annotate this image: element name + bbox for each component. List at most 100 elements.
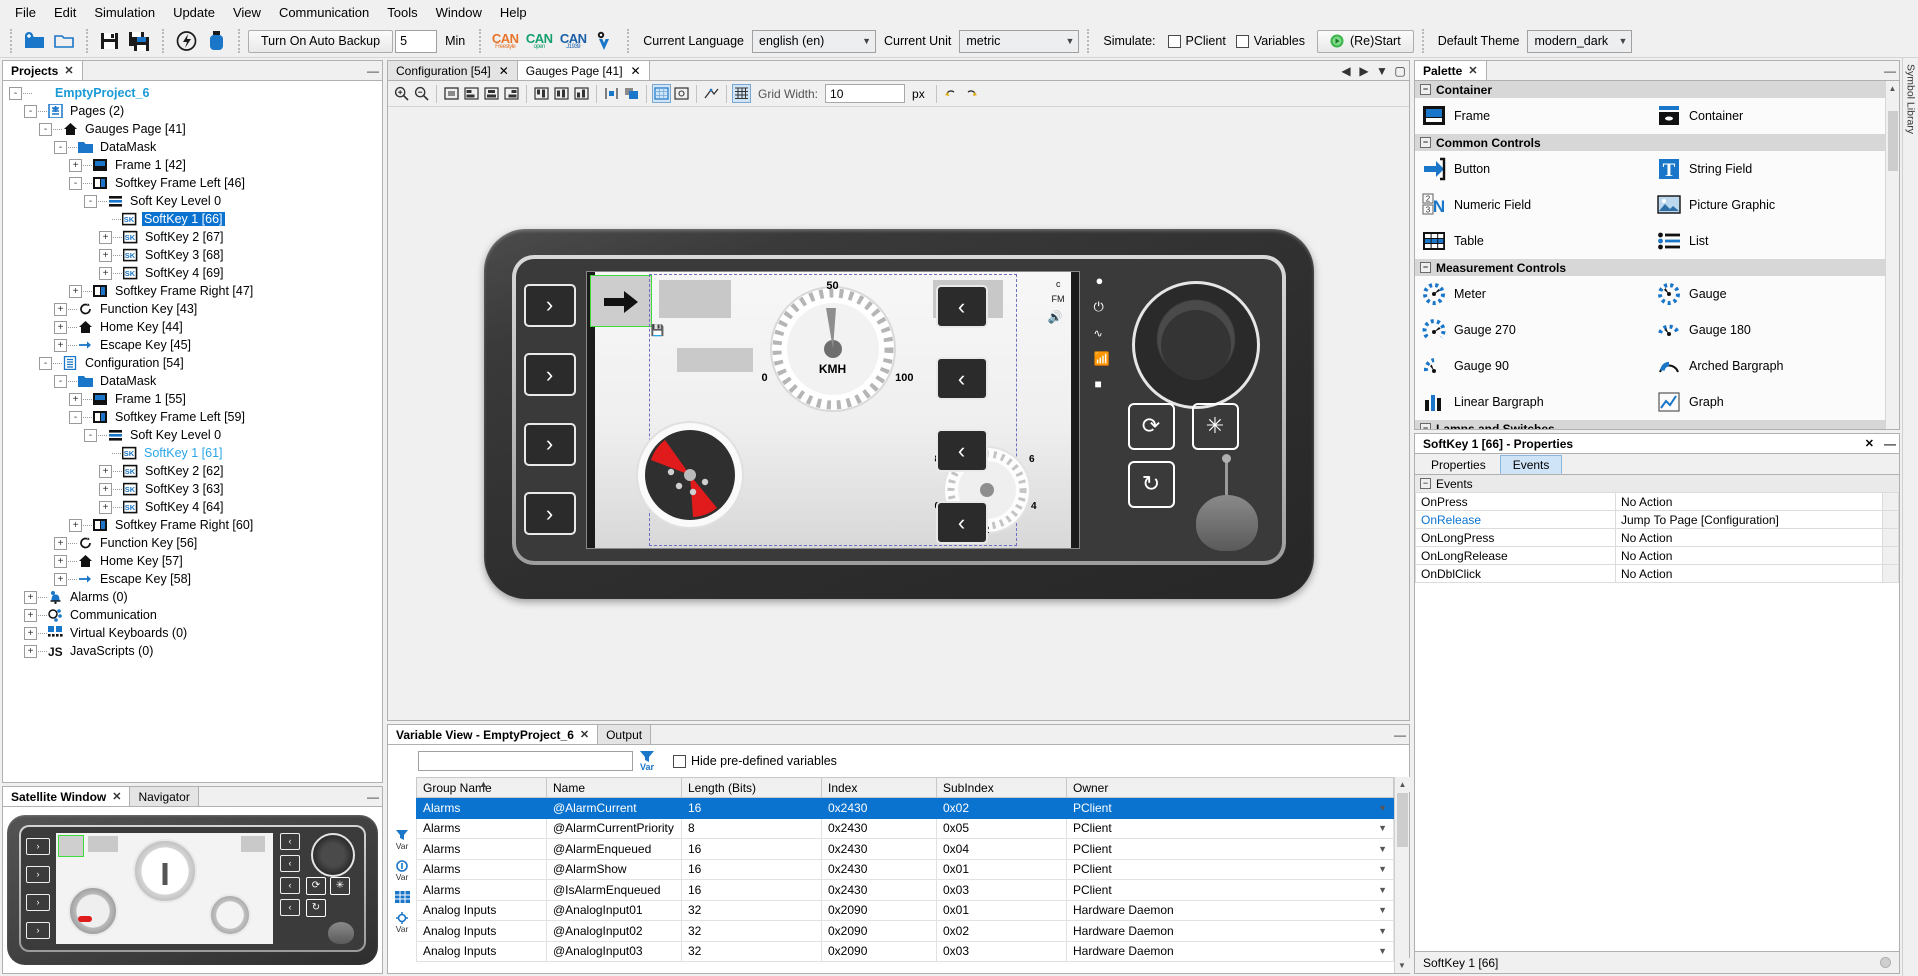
tree-item-communication[interactable]: +Communication bbox=[3, 606, 382, 624]
rotate-button[interactable]: ↻ bbox=[1128, 461, 1175, 508]
chevron-down-icon-owner[interactable]: ▼ bbox=[1378, 946, 1387, 956]
tree-expander[interactable]: + bbox=[24, 627, 37, 640]
new-project-icon[interactable] bbox=[20, 28, 48, 54]
tree-item-alarms-0[interactable]: +Alarms (0) bbox=[3, 588, 382, 606]
tree-item-datamask[interactable]: -DataMask bbox=[3, 372, 382, 390]
palette-item-graph[interactable]: Graph bbox=[1650, 384, 1885, 420]
tree-item-home-key-44[interactable]: +Home Key [44] bbox=[3, 318, 382, 336]
event-action-picker[interactable] bbox=[1883, 493, 1899, 511]
cell-owner[interactable]: PClient▼ bbox=[1067, 818, 1394, 839]
tree-item-softkey-1-66[interactable]: SKSoftKey 1 [66] bbox=[3, 210, 382, 228]
menu-item-view[interactable]: View bbox=[224, 2, 270, 23]
var-filter-icon[interactable]: Var bbox=[639, 750, 655, 772]
design-canvas[interactable]: › › › › bbox=[388, 107, 1409, 720]
column-header-length-bits[interactable]: Length (Bits) bbox=[682, 778, 822, 798]
column-header-owner[interactable]: Owner bbox=[1067, 778, 1394, 798]
tree-expander[interactable]: + bbox=[69, 519, 82, 532]
table-row[interactable]: Analog Inputs@AnalogInput02320x20900x02H… bbox=[417, 921, 1394, 942]
restart-button[interactable]: (Re)Start bbox=[1317, 30, 1414, 53]
rail-var-2[interactable]: Var bbox=[395, 860, 409, 882]
palette-item-table[interactable]: Table bbox=[1415, 223, 1650, 259]
zoom-out-icon[interactable] bbox=[412, 84, 431, 103]
event-action-picker[interactable] bbox=[1883, 511, 1899, 529]
softkey-left-2[interactable]: › bbox=[524, 353, 576, 396]
column-header-name[interactable]: Name bbox=[547, 778, 682, 798]
tree-expander[interactable]: + bbox=[69, 393, 82, 406]
tree-expander[interactable]: + bbox=[24, 609, 37, 622]
table-row[interactable]: Alarms@IsAlarmEnqueued160x24300x03PClien… bbox=[417, 880, 1394, 901]
grid-toggle-icon[interactable] bbox=[732, 84, 751, 103]
tree-item-soft-key-level-0[interactable]: -Soft Key Level 0 bbox=[3, 192, 382, 210]
menu-item-window[interactable]: Window bbox=[427, 2, 491, 23]
softkey-left-4[interactable]: › bbox=[524, 492, 576, 535]
properties-minimize-icon[interactable]: — bbox=[1881, 437, 1899, 451]
rail-settings-var[interactable]: Var bbox=[395, 912, 409, 934]
tree-item-softkey-3-63[interactable]: +SKSoftKey 3 [63] bbox=[3, 480, 382, 498]
palette-group-lamps-and-switches[interactable]: −Lamps and Switches bbox=[1415, 420, 1885, 429]
minimize-icon[interactable]: — bbox=[364, 61, 382, 80]
default-theme-select[interactable]: modern_dark ▼ bbox=[1527, 30, 1632, 53]
simulate-pclient-checkbox[interactable]: PClient bbox=[1168, 34, 1226, 48]
event-row[interactable]: OnPressNo Action bbox=[1416, 493, 1899, 511]
redo-icon[interactable] bbox=[962, 84, 981, 103]
close-icon-satellite[interactable]: ✕ bbox=[112, 790, 121, 803]
variable-view-minimize-icon[interactable]: — bbox=[1391, 725, 1409, 744]
table-row[interactable]: Alarms@AlarmCurrent160x24300x02PClient▼ bbox=[417, 798, 1394, 819]
current-unit-select[interactable]: metric ▼ bbox=[959, 30, 1079, 53]
event-action[interactable]: No Action bbox=[1616, 565, 1883, 583]
tree-expander[interactable]: + bbox=[99, 501, 112, 514]
tree-item-escape-key-58[interactable]: +Escape Key [58] bbox=[3, 570, 382, 588]
event-action[interactable]: Jump To Page [Configuration] bbox=[1616, 511, 1883, 529]
chevron-down-icon-owner[interactable]: ▼ bbox=[1378, 844, 1387, 854]
pclient-checkbox-box[interactable] bbox=[1168, 35, 1181, 48]
satellite-minimize-icon[interactable]: — bbox=[364, 787, 382, 806]
collapse-icon[interactable]: − bbox=[1420, 423, 1431, 429]
variable-table-body[interactable]: Alarms@AlarmCurrent160x24300x02PClient▼ A… bbox=[417, 798, 1394, 962]
tree-expander[interactable]: - bbox=[9, 87, 22, 100]
palette-item-gauge-90[interactable]: Gauge 90 bbox=[1415, 348, 1650, 384]
align-center-icon[interactable] bbox=[482, 84, 501, 103]
tree-item-emptyproject-6[interactable]: -EmptyProject_6 bbox=[3, 84, 382, 102]
event-action[interactable]: No Action bbox=[1616, 493, 1883, 511]
menu-item-update[interactable]: Update bbox=[164, 2, 224, 23]
palette-item-frame[interactable]: Frame bbox=[1415, 98, 1650, 134]
tree-expander[interactable]: + bbox=[54, 321, 67, 334]
tree-expander[interactable]: - bbox=[54, 375, 67, 388]
tab-list-icon[interactable]: ▼ bbox=[1373, 61, 1391, 80]
cell-owner[interactable]: PClient▼ bbox=[1067, 839, 1394, 860]
palette-item-button[interactable]: Button bbox=[1415, 151, 1650, 187]
chevron-down-icon-owner[interactable]: ▼ bbox=[1378, 864, 1387, 874]
save-icon[interactable] bbox=[96, 28, 124, 54]
tab-projects[interactable]: Projects ✕ bbox=[3, 61, 83, 80]
close-icon-gauges-page[interactable]: ✕ bbox=[631, 64, 641, 78]
cell-owner[interactable]: Hardware Daemon▼ bbox=[1067, 900, 1394, 921]
tab-gauges-page[interactable]: Gauges Page [41] ✕ bbox=[518, 61, 650, 80]
menu-item-help[interactable]: Help bbox=[491, 2, 536, 23]
tab-palette[interactable]: Palette ✕ bbox=[1415, 61, 1487, 80]
event-action[interactable]: No Action bbox=[1616, 547, 1883, 565]
canopen-icon[interactable]: CANopen bbox=[523, 28, 555, 54]
event-action[interactable]: No Action bbox=[1616, 529, 1883, 547]
scroll-thumb[interactable] bbox=[1397, 793, 1408, 847]
collapse-icon[interactable]: − bbox=[1420, 137, 1431, 148]
tree-expander[interactable]: + bbox=[99, 231, 112, 244]
flash-icon[interactable] bbox=[172, 28, 200, 54]
palette-item-meter[interactable]: Meter bbox=[1415, 276, 1650, 312]
softkey-left-1[interactable]: › bbox=[524, 284, 576, 327]
expand-button[interactable]: ✳ bbox=[1192, 403, 1239, 450]
save-all-icon[interactable] bbox=[126, 28, 154, 54]
cell-owner[interactable]: Hardware Daemon▼ bbox=[1067, 921, 1394, 942]
close-icon-palette[interactable]: ✕ bbox=[1468, 64, 1477, 77]
field-top-left[interactable] bbox=[659, 280, 731, 318]
tree-expander[interactable]: - bbox=[39, 357, 52, 370]
tree-item-gauges-page-41[interactable]: -Gauges Page [41] bbox=[3, 120, 382, 138]
tree-item-frame-1-42[interactable]: +Frame 1 [42] bbox=[3, 156, 382, 174]
hide-predefined-checkbox[interactable]: Hide pre-defined variables bbox=[673, 754, 837, 768]
chevron-down-icon-owner[interactable]: ▼ bbox=[1378, 823, 1387, 833]
table-row[interactable]: Alarms@AlarmEnqueued160x24300x04PClient▼ bbox=[417, 839, 1394, 860]
tree-item-escape-key-45[interactable]: +Escape Key [45] bbox=[3, 336, 382, 354]
tree-item-javascripts-0[interactable]: +JSJavaScripts (0) bbox=[3, 642, 382, 660]
palette-item-string-field[interactable]: TString Field bbox=[1650, 151, 1885, 187]
rotary-knob[interactable] bbox=[1132, 281, 1260, 409]
tree-expander[interactable]: + bbox=[54, 303, 67, 316]
